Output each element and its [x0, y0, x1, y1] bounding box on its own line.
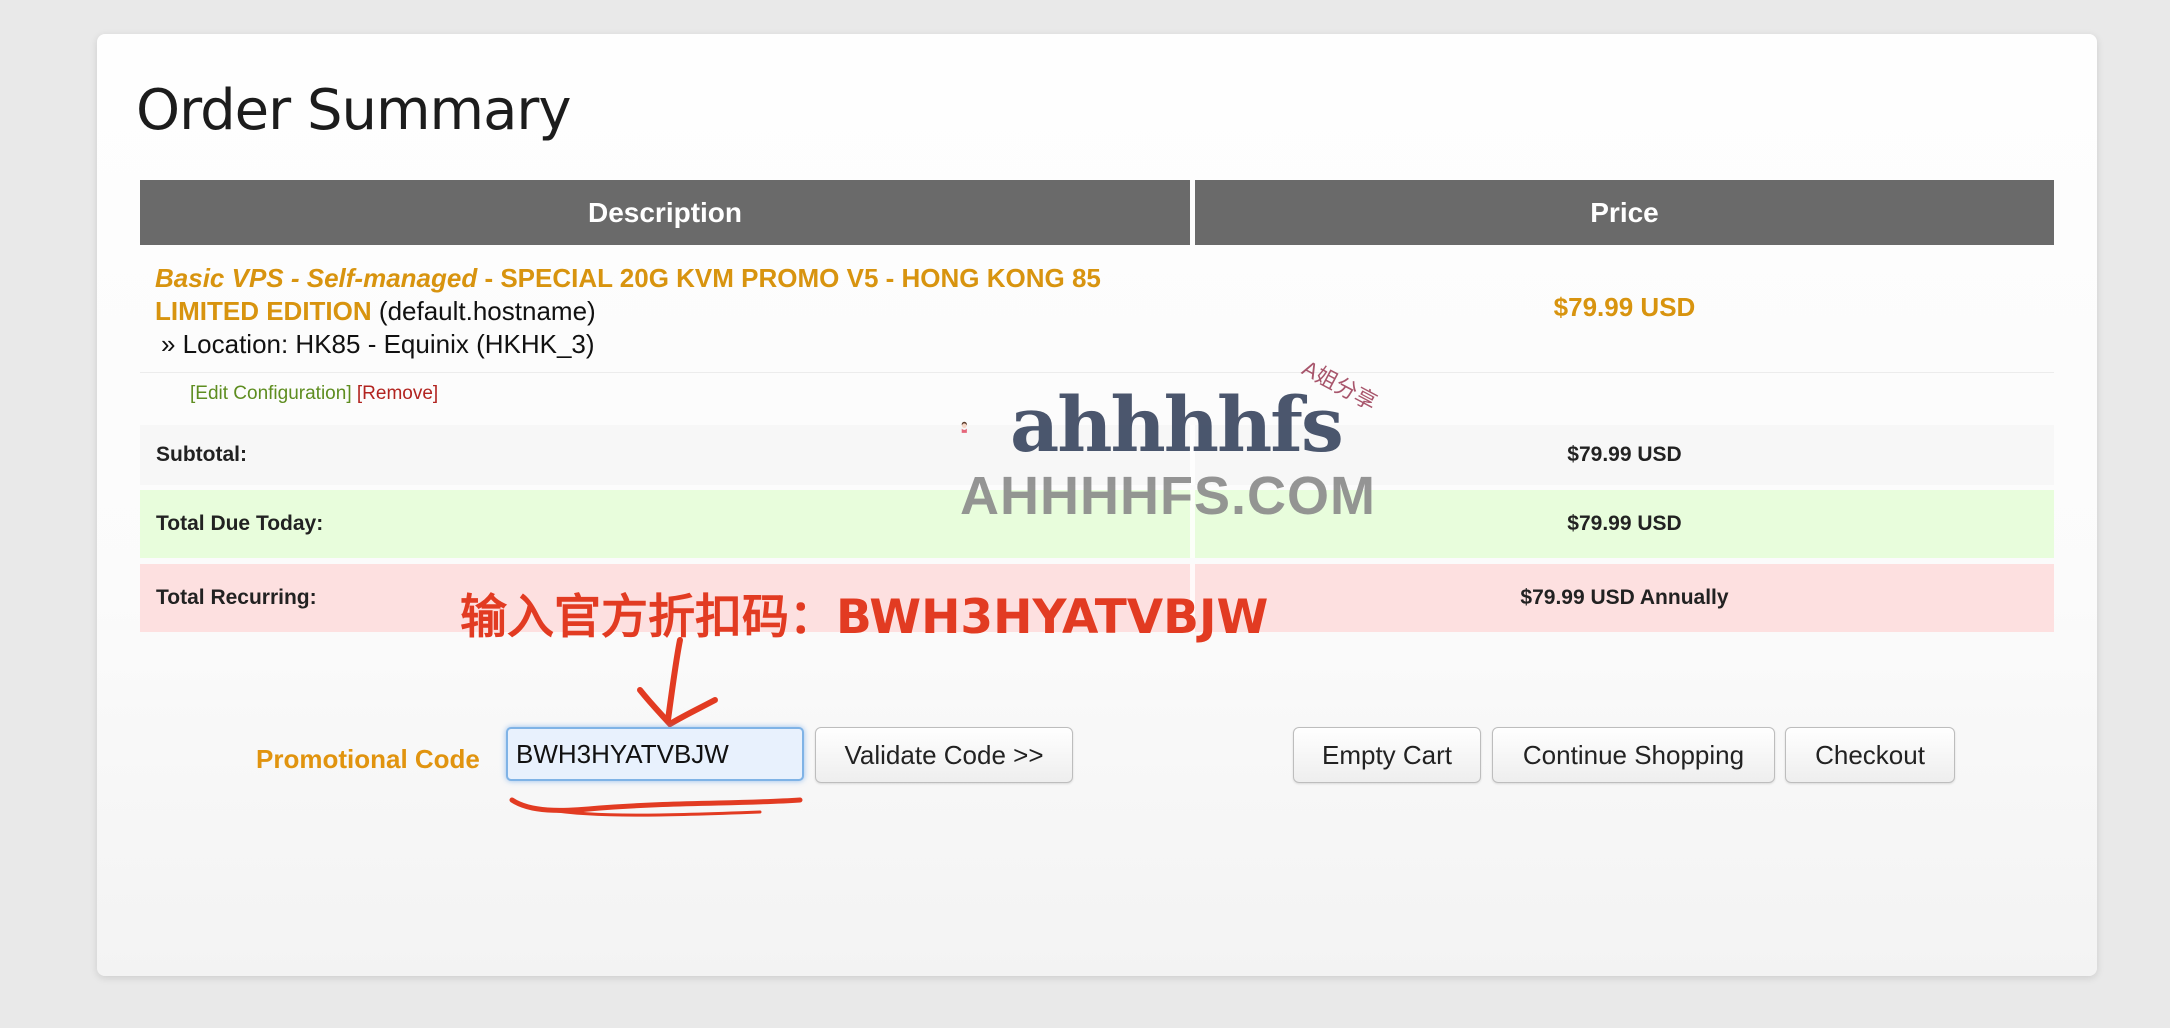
empty-cart-button[interactable]: Empty Cart	[1293, 727, 1481, 783]
promotional-code-label: Promotional Code	[256, 744, 480, 774]
watermark-logo-text: ahhhhfs	[1010, 380, 1344, 469]
validate-code-button[interactable]: Validate Code >>	[815, 727, 1073, 783]
watermark-site-text: AHHHHFS.COM	[960, 466, 1376, 526]
checkout-button[interactable]: Checkout	[1785, 727, 1955, 783]
promotional-code-input[interactable]	[506, 727, 804, 781]
continue-shopping-button[interactable]: Continue Shopping	[1492, 727, 1775, 783]
